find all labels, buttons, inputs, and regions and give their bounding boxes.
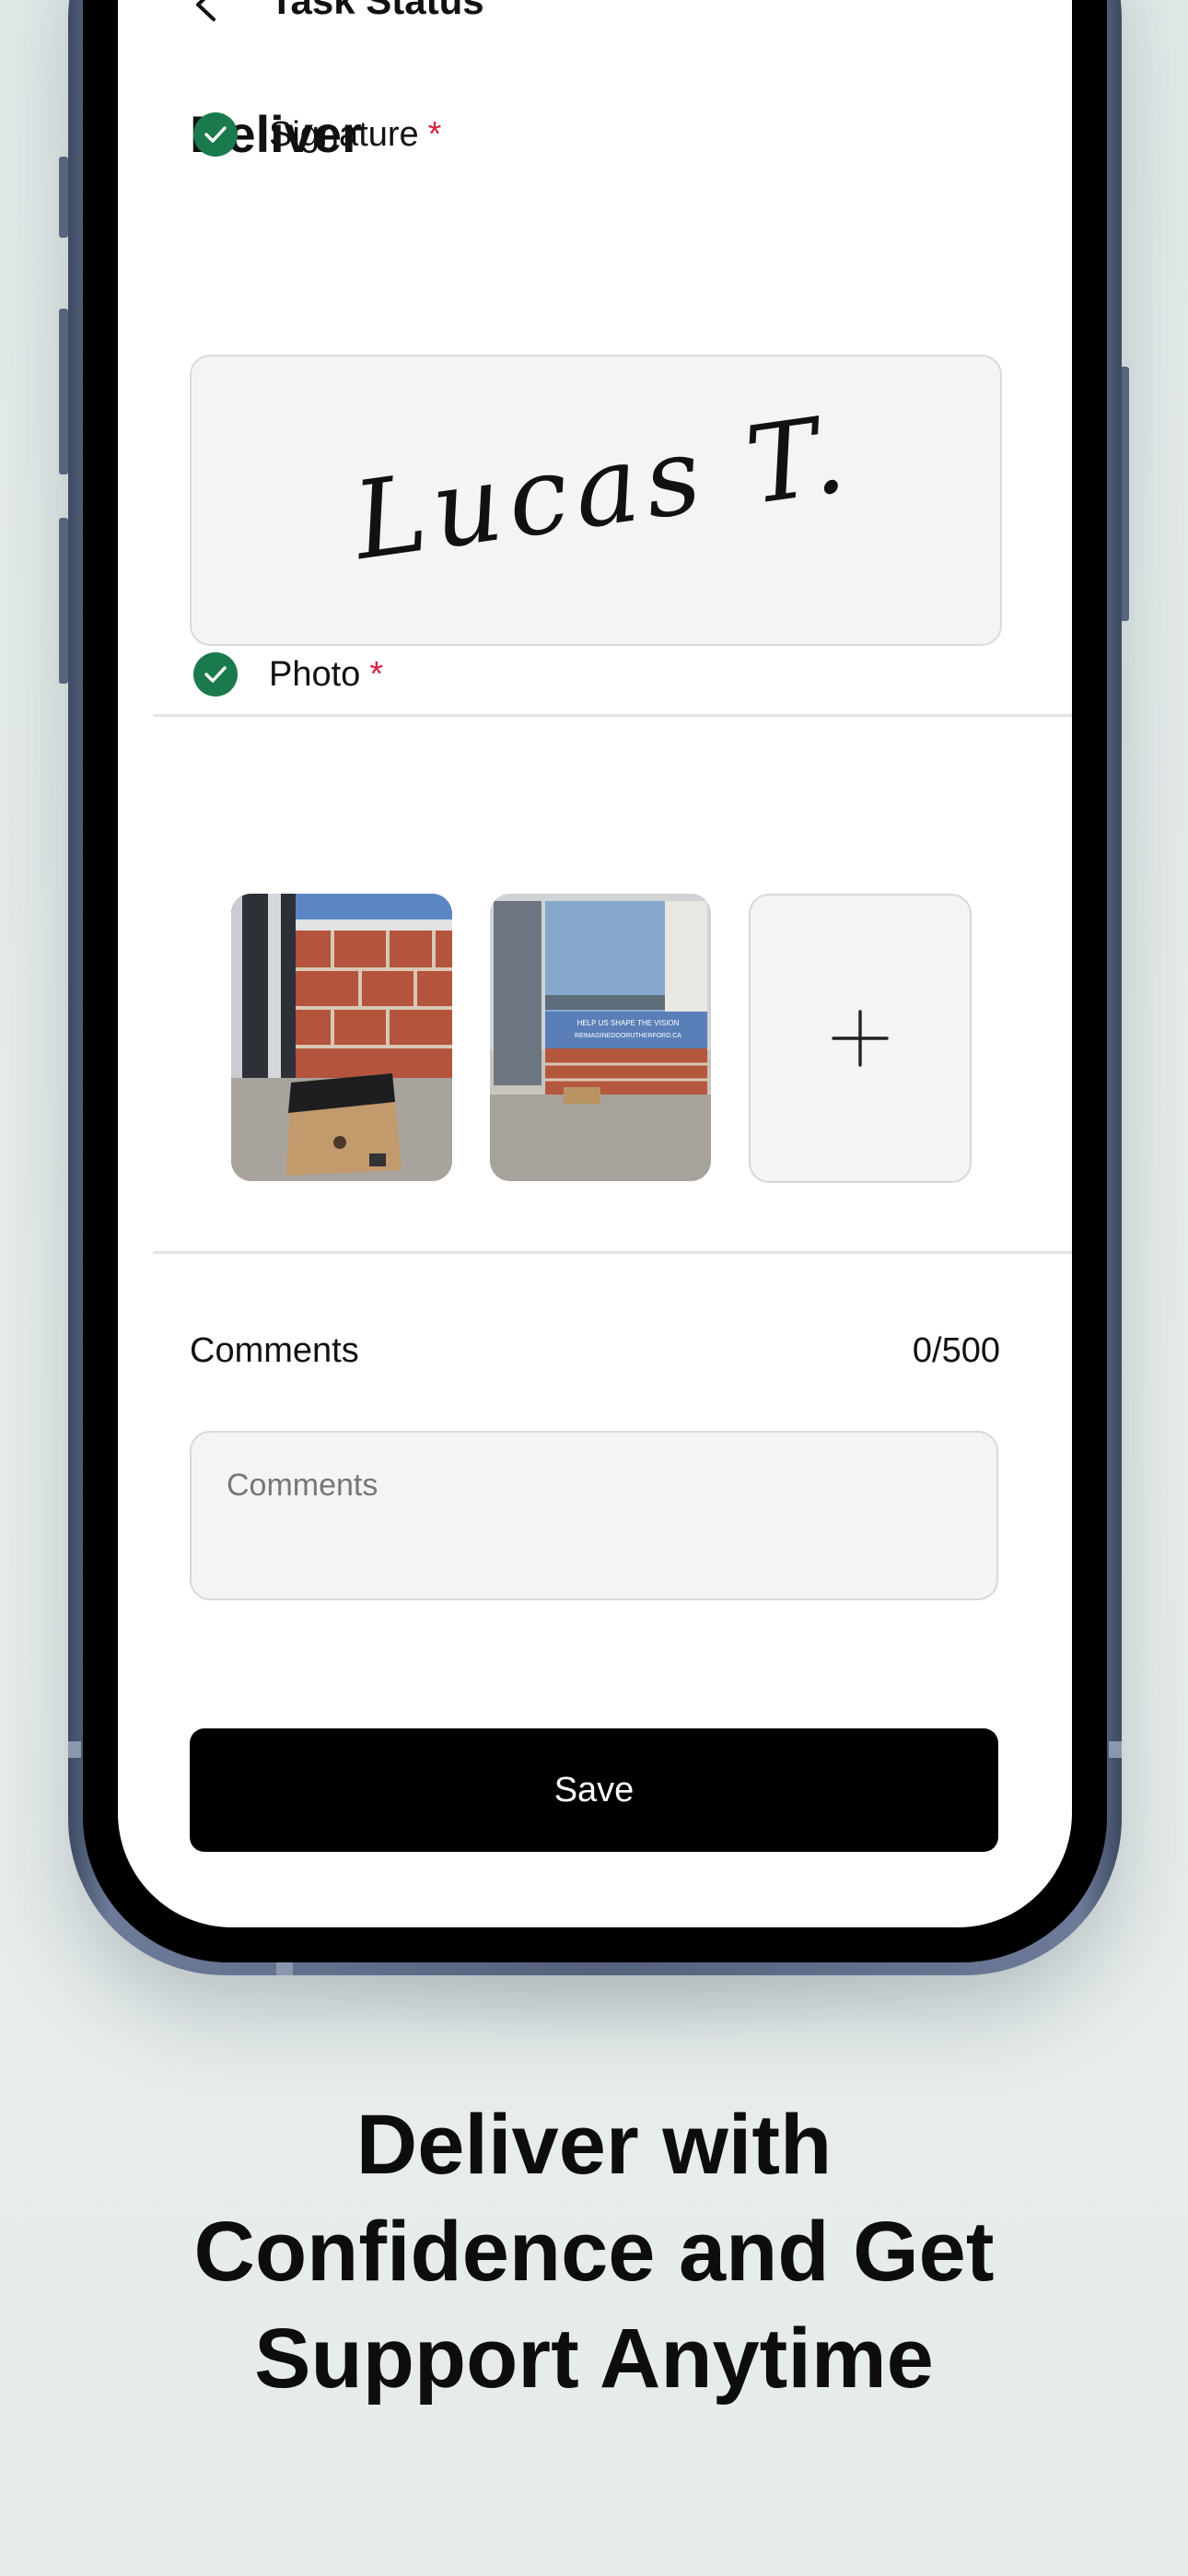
- check-circle-icon: [193, 112, 238, 157]
- tagline-line: Support Anytime: [254, 2312, 934, 2406]
- required-marker: *: [369, 654, 384, 694]
- photo-thumbnail-package[interactable]: [231, 894, 452, 1181]
- mute-switch: [59, 157, 68, 238]
- add-photo-button[interactable]: [749, 894, 972, 1183]
- comments-input[interactable]: [190, 1431, 998, 1600]
- back-button[interactable]: [190, 0, 221, 21]
- window-text-line-1: HELP US SHAPE THE VISION: [577, 1019, 680, 1027]
- divider: [153, 714, 1072, 717]
- signature-field-header: Signature *: [193, 112, 441, 157]
- signature-pad[interactable]: Lucas T.: [190, 355, 1002, 646]
- photo-field-header: Photo *: [193, 652, 383, 697]
- package-photo-image: [231, 894, 452, 1181]
- chevron-left-icon: [196, 0, 215, 21]
- comments-char-count: 0/500: [912, 1331, 1000, 1370]
- volume-up-button: [59, 309, 68, 474]
- comments-label: Comments: [190, 1331, 359, 1370]
- antenna-band: [1109, 1741, 1122, 1758]
- required-marker: *: [427, 114, 442, 154]
- marketing-tagline: Deliver with Confidence and Get Support …: [0, 2091, 1188, 2412]
- photo-label: Photo: [269, 654, 361, 694]
- window-text-line-2: REIMAGINEDOORUTHERFORD.CA: [575, 1033, 681, 1039]
- check-circle-icon: [193, 652, 238, 697]
- signature-label: Signature: [269, 114, 419, 154]
- signature-value: Lucas T.: [346, 391, 860, 585]
- divider: [153, 1251, 1072, 1254]
- tagline-line: Deliver with: [355, 2098, 833, 2192]
- tagline-line: Confidence and Get: [193, 2205, 995, 2299]
- plus-icon: [832, 1010, 889, 1067]
- storefront-photo-image: HELP US SHAPE THE VISION REIMAGINEDOORUT…: [490, 894, 711, 1181]
- volume-down-button: [59, 518, 68, 684]
- antenna-band: [276, 1961, 293, 1975]
- antenna-band: [68, 1741, 81, 1758]
- save-button[interactable]: Save: [190, 1728, 998, 1852]
- photo-thumbnail-storefront[interactable]: HELP US SHAPE THE VISION REIMAGINEDOORUT…: [490, 894, 711, 1181]
- page-title: Task Status: [270, 0, 484, 22]
- phone-screen: Task Status Deliver Signature * Lucas T. …: [118, 0, 1072, 1927]
